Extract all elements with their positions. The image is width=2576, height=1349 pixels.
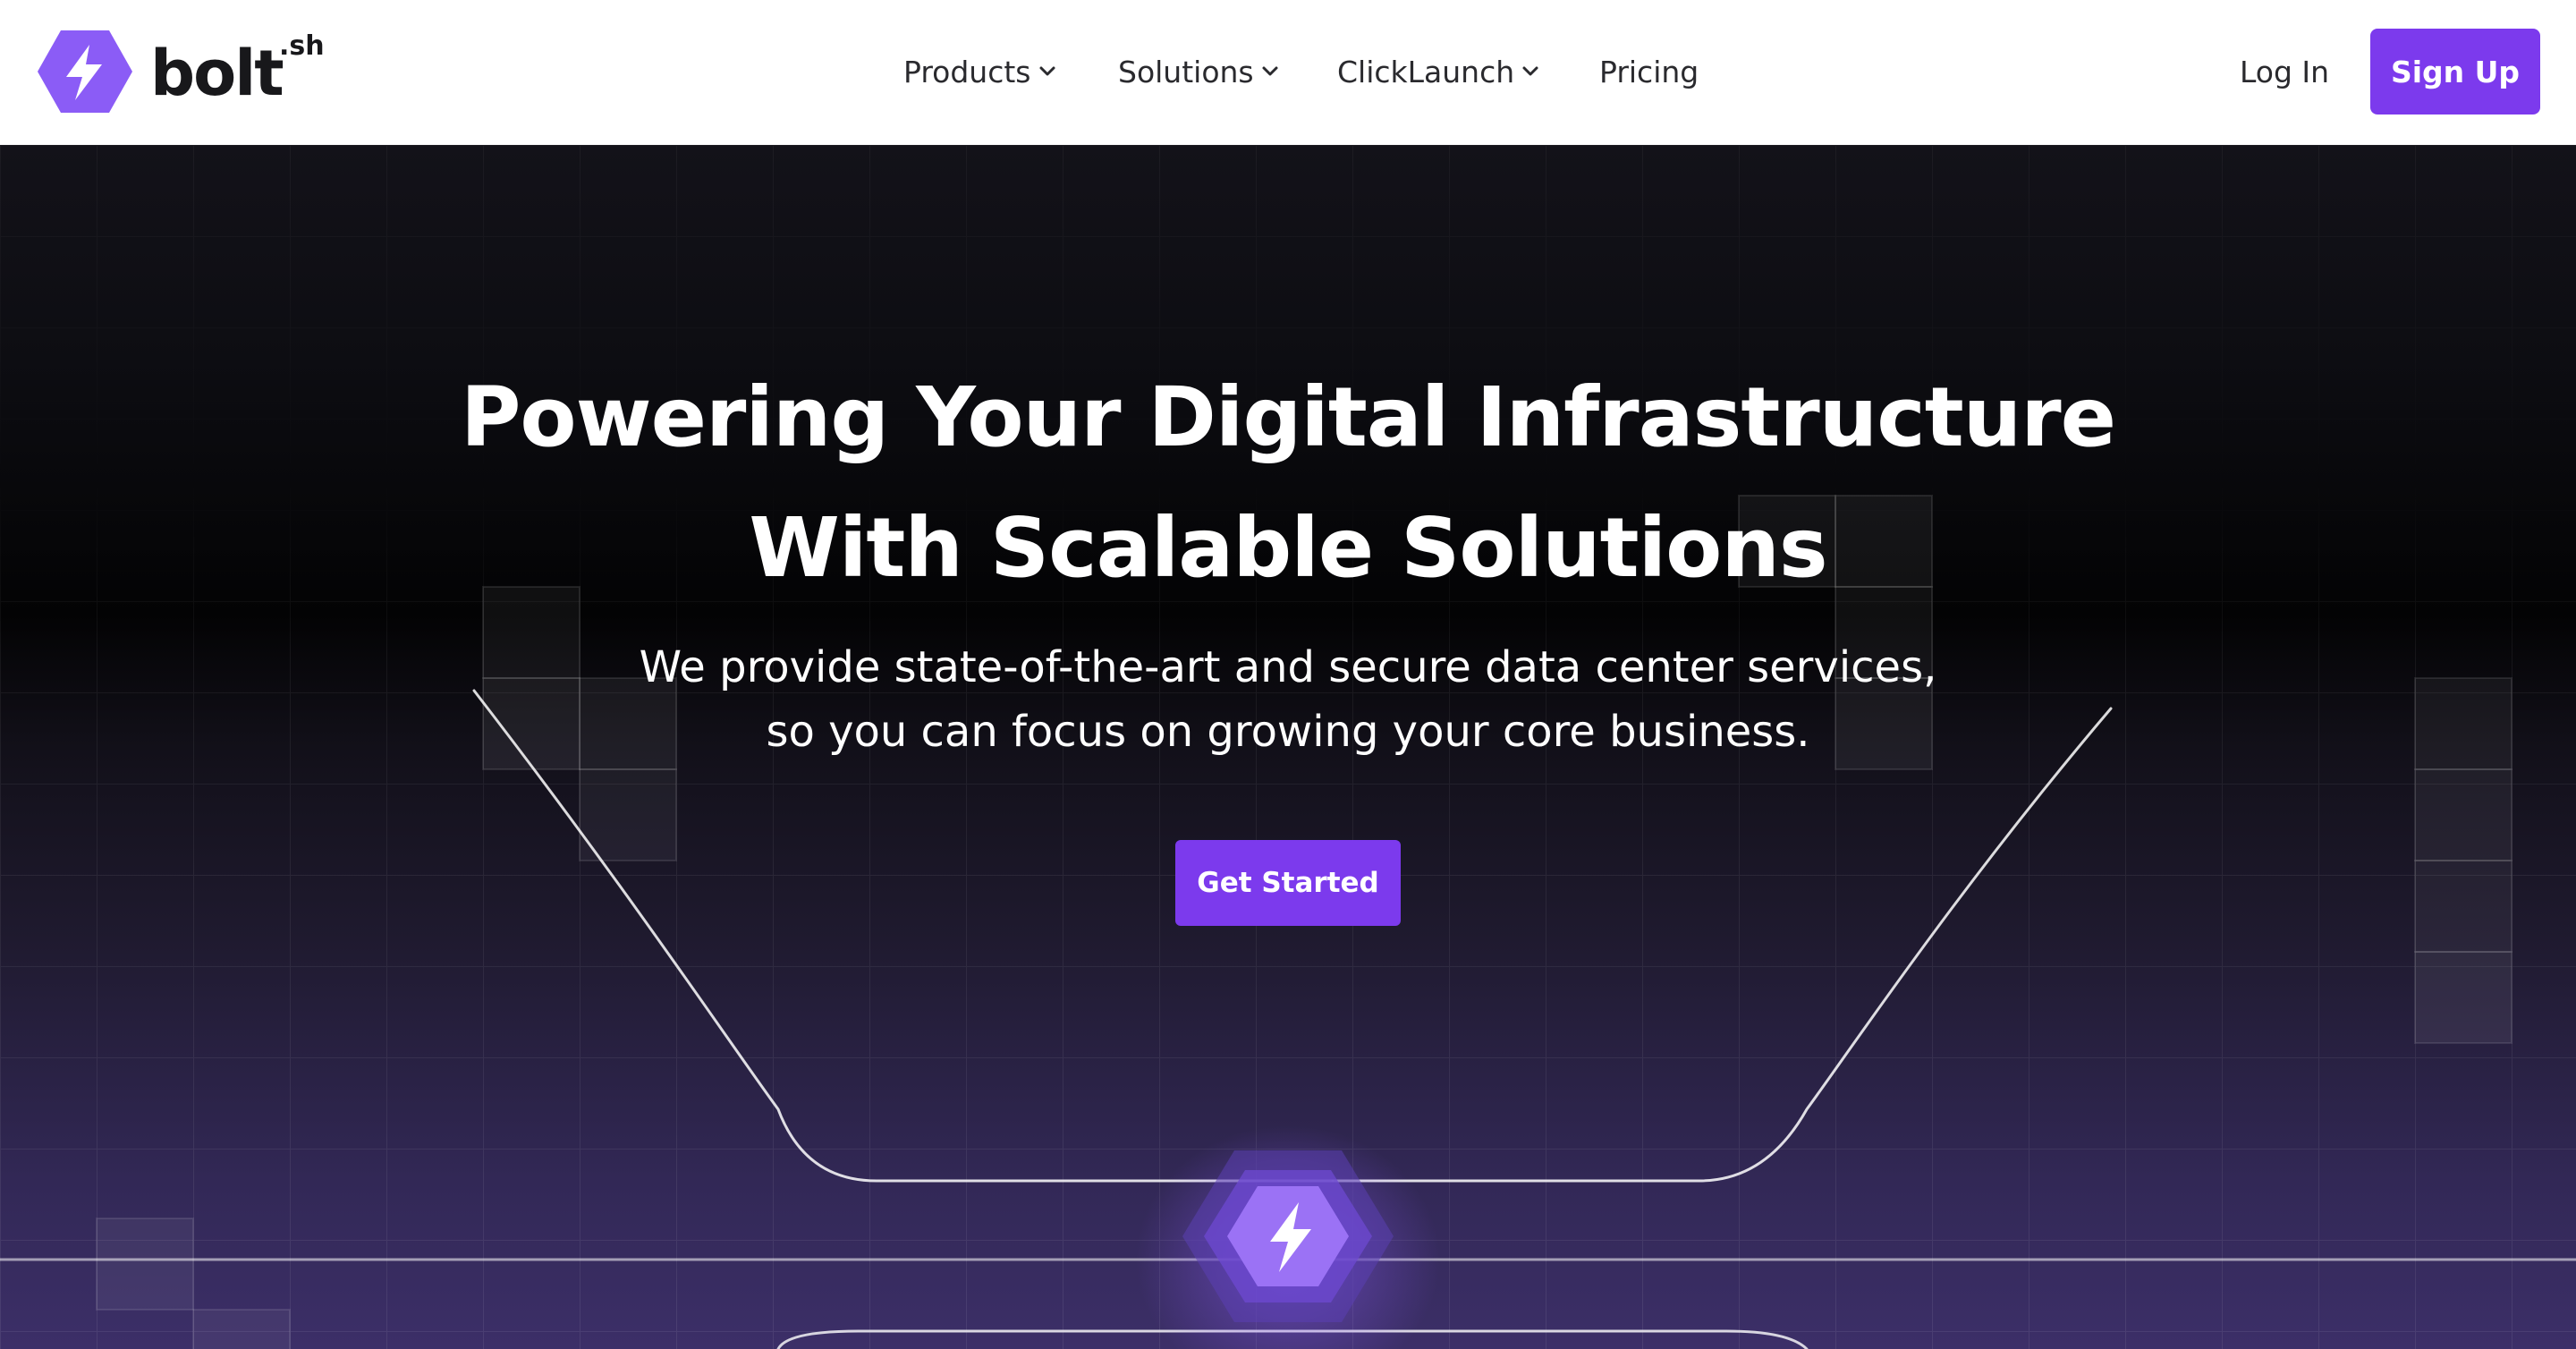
nav-clicklaunch-label: ClickLaunch: [1337, 54, 1515, 89]
nav-pricing-label: Pricing: [1599, 54, 1699, 89]
nav-products-label: Products: [903, 54, 1031, 89]
landing-page: bolt .sh Products Solutions ClickLaunch: [0, 0, 2576, 1349]
brand-superscript: .sh: [279, 30, 325, 62]
nav-solutions-label: Solutions: [1118, 54, 1254, 89]
hero-title: Powering Your Digital Infrastructure Wit…: [0, 352, 2576, 614]
chevron-down-icon: [1262, 66, 1278, 76]
hero-title-line-1: Powering Your Digital Infrastructure: [460, 369, 2116, 465]
signup-button[interactable]: Sign Up: [2370, 29, 2540, 115]
hero-section: Powering Your Digital Infrastructure Wit…: [0, 145, 2576, 1349]
login-link[interactable]: Log In: [2240, 47, 2329, 97]
chevron-down-icon: [1522, 66, 1538, 76]
hero-subtitle-line-2: so you can focus on growing your core bu…: [766, 707, 1810, 757]
chevron-down-icon: [1039, 66, 1055, 76]
hero-title-line-2: With Scalable Solutions: [749, 499, 1827, 596]
nav-products[interactable]: Products: [903, 47, 1056, 97]
nav-pricing[interactable]: Pricing: [1599, 47, 1699, 97]
hexagon-bolt-icon: [38, 30, 132, 113]
hexagon-bolt-icon: [1182, 1150, 1394, 1322]
brand-logo[interactable]: bolt .sh: [36, 29, 331, 118]
get-started-button[interactable]: Get Started: [1175, 840, 1401, 926]
nav-solutions[interactable]: Solutions: [1118, 47, 1279, 97]
hero-subtitle-line-1: We provide state-of-the-art and secure d…: [639, 642, 1937, 692]
hero-subtitle: We provide state-of-the-art and secure d…: [0, 635, 2576, 764]
nav-clicklaunch[interactable]: ClickLaunch: [1337, 47, 1539, 97]
brand-name: bolt: [150, 37, 284, 110]
site-header: bolt .sh Products Solutions ClickLaunch: [0, 0, 2576, 145]
